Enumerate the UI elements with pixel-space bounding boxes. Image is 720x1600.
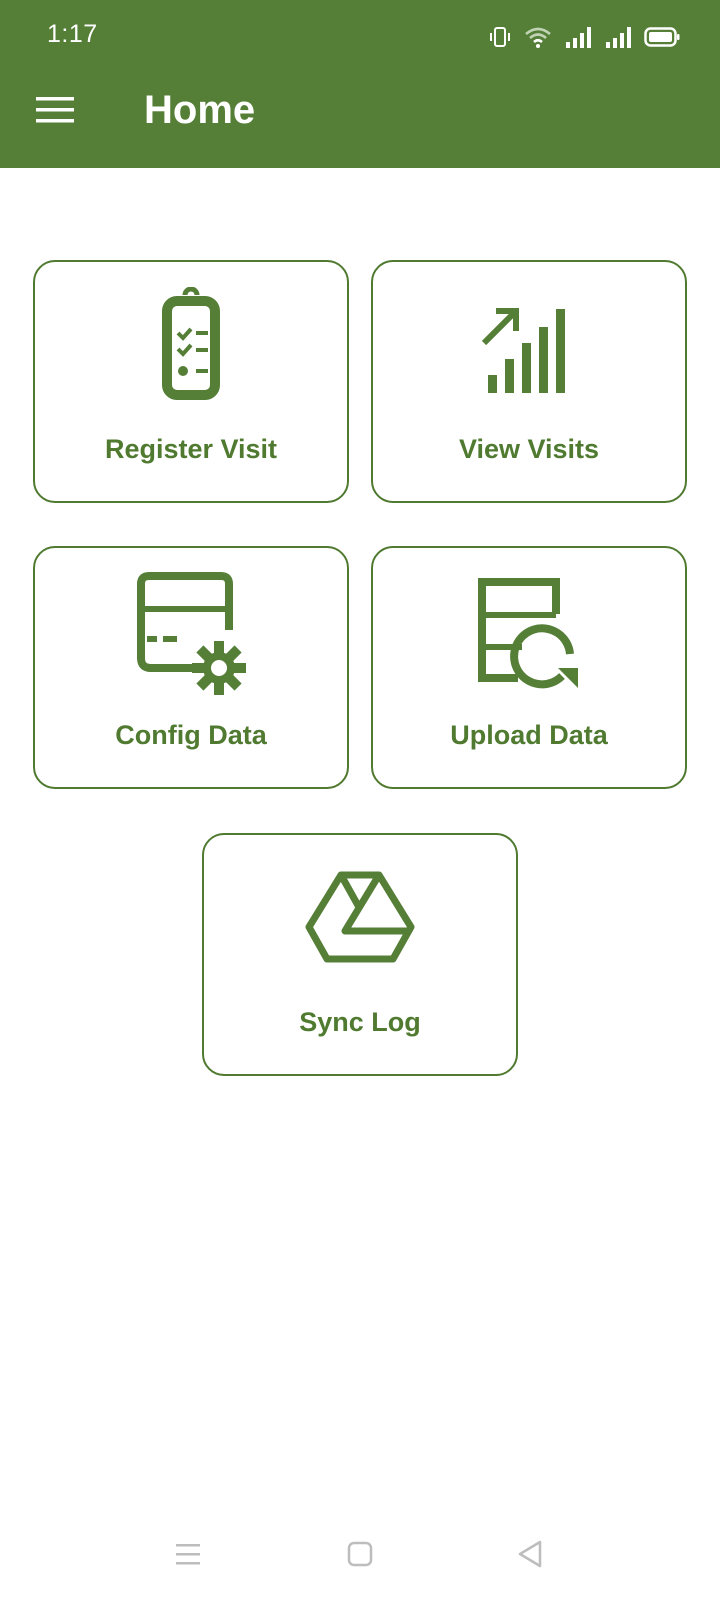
upload-data-label: Upload Data bbox=[450, 720, 608, 750]
menu-button[interactable] bbox=[22, 82, 90, 138]
register-visit-tile[interactable]: Register Visit bbox=[33, 260, 349, 503]
battery-icon bbox=[644, 27, 680, 47]
database-settings-icon bbox=[137, 572, 246, 695]
app-bar: 1:17 Home bbox=[0, 0, 720, 168]
recents-icon bbox=[176, 1544, 200, 1565]
back-icon bbox=[518, 1540, 542, 1568]
view-visits-tile[interactable]: View Visits bbox=[371, 260, 687, 503]
system-nav-bar bbox=[0, 1520, 720, 1590]
signal-icon bbox=[566, 27, 591, 48]
wifi-icon bbox=[525, 27, 551, 48]
vibrate-icon bbox=[490, 27, 510, 47]
home-button[interactable] bbox=[336, 1530, 384, 1578]
hamburger-menu-icon bbox=[36, 97, 74, 123]
back-button[interactable] bbox=[506, 1530, 554, 1578]
view-visits-label: View Visits bbox=[458, 434, 600, 464]
drive-icon bbox=[305, 871, 415, 963]
database-refresh-icon bbox=[478, 578, 578, 689]
growth-chart-icon bbox=[481, 308, 565, 393]
recents-button[interactable] bbox=[164, 1530, 212, 1578]
upload-data-tile[interactable]: Upload Data bbox=[371, 546, 687, 789]
config-data-label: Config Data bbox=[115, 720, 267, 750]
sync-log-tile[interactable]: Sync Log bbox=[202, 833, 518, 1076]
page-title: Home bbox=[144, 88, 256, 132]
home-icon bbox=[347, 1541, 373, 1567]
status-icons bbox=[488, 22, 680, 52]
config-data-tile[interactable]: Config Data bbox=[33, 546, 349, 789]
signal-icon bbox=[606, 27, 631, 48]
clipboard-checklist-icon bbox=[162, 287, 220, 400]
register-visit-label: Register Visit bbox=[104, 434, 278, 464]
sync-log-label: Sync Log bbox=[299, 1007, 421, 1037]
status-time: 1:17 bbox=[47, 20, 98, 48]
